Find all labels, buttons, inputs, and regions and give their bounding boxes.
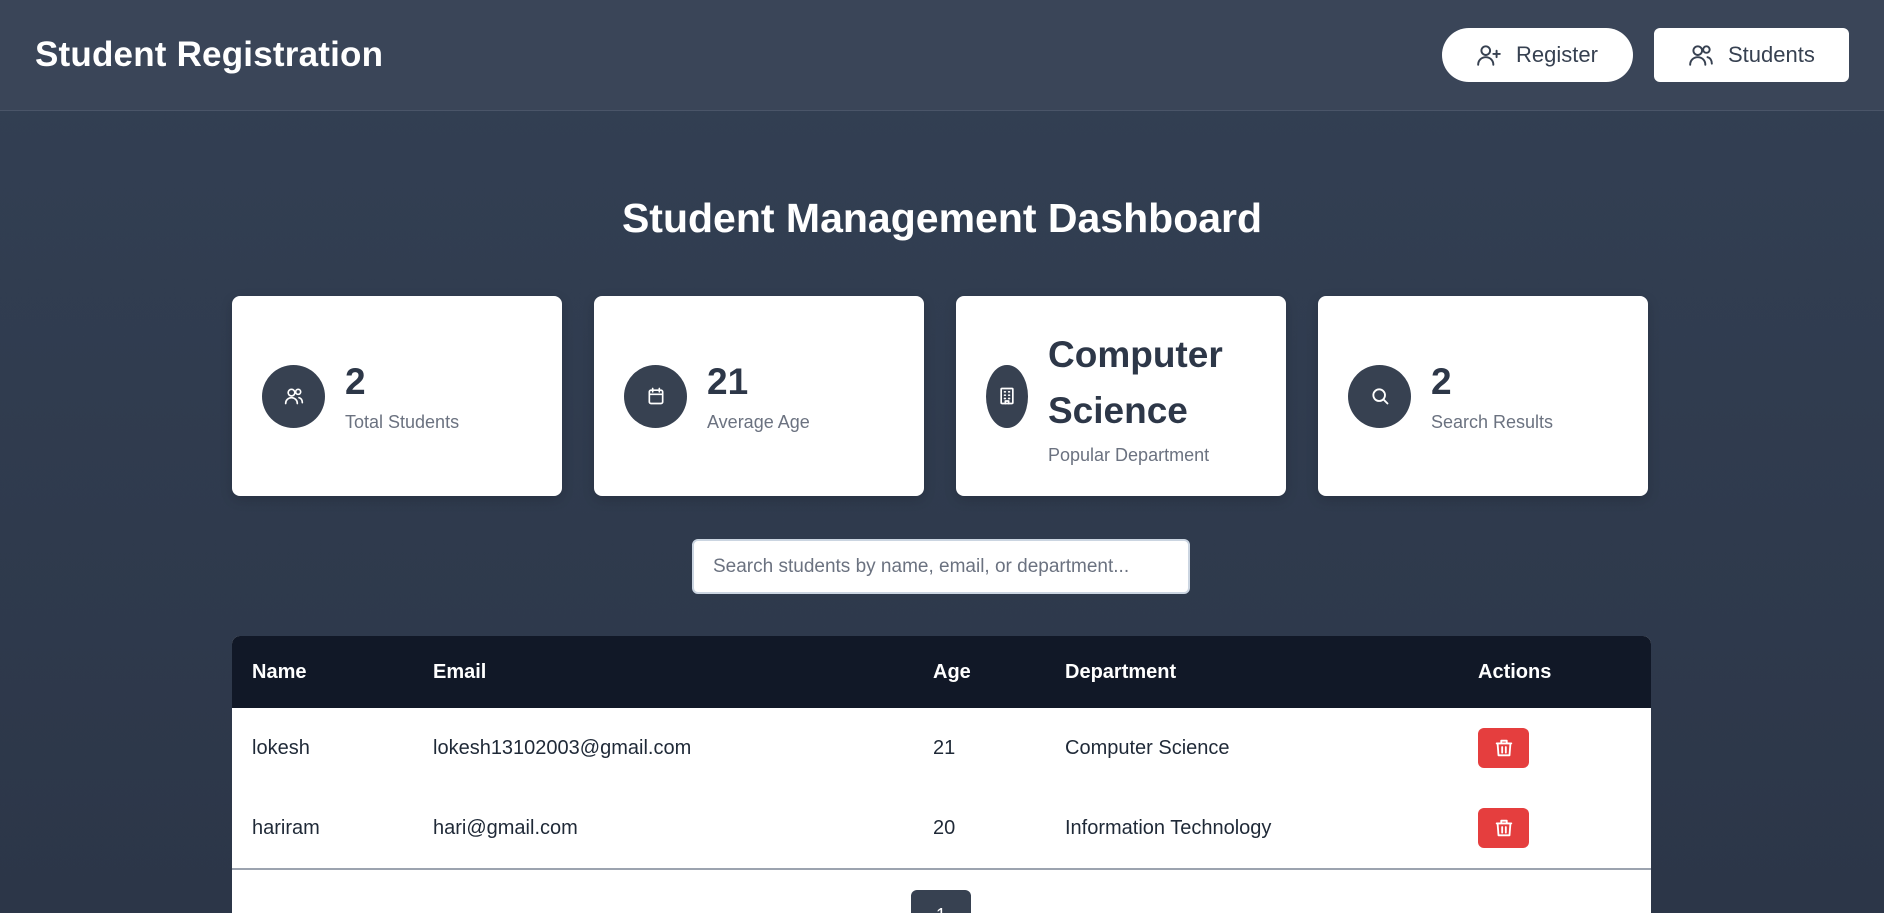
cell-email: hari@gmail.com: [433, 816, 578, 839]
cell-department: Information Technology: [1065, 816, 1272, 839]
search-icon: [1348, 364, 1411, 428]
students-table: Name Email Age Department Actions lokesh…: [232, 636, 1651, 913]
students-button-label: Students: [1728, 42, 1815, 67]
stat-label: Total Students: [345, 411, 460, 432]
table-row: hariram hari@gmail.com 20 Information Te…: [232, 788, 1651, 868]
column-header-age: Age: [933, 660, 971, 683]
cell-name: lokesh: [252, 736, 310, 759]
stat-value: Computer Science: [1048, 333, 1223, 431]
user-plus-icon: [1477, 45, 1501, 66]
search-input[interactable]: [692, 539, 1190, 594]
delete-button[interactable]: [1478, 808, 1529, 848]
students-button[interactable]: Students: [1654, 28, 1849, 82]
table-header-row: Name Email Age Department Actions: [232, 636, 1651, 708]
column-header-name: Name: [252, 660, 307, 683]
column-header-actions: Actions: [1478, 660, 1552, 683]
stat-value: 2: [345, 361, 366, 403]
register-button[interactable]: Register: [1442, 28, 1633, 82]
stats-cards: 2 Total Students 21 Average Age Computer…: [232, 296, 1648, 496]
cell-name: hariram: [252, 816, 320, 839]
stat-value: 2: [1431, 361, 1452, 403]
column-header-email: Email: [433, 660, 487, 683]
cell-age: 21: [933, 736, 956, 759]
stat-card-popular-department: Computer Science Popular Department: [956, 296, 1286, 496]
cell-department: Computer Science: [1065, 736, 1230, 759]
page-title: Student Management Dashboard: [621, 195, 1263, 241]
stat-card-search-results: 2 Search Results: [1318, 296, 1648, 496]
stat-label: Average Age: [707, 411, 810, 432]
register-button-label: Register: [1516, 42, 1598, 67]
building-icon: [986, 364, 1028, 428]
trash-icon: [1495, 819, 1512, 837]
stat-label: Search Results: [1431, 411, 1554, 432]
cell-email: lokesh13102003@gmail.com: [433, 736, 692, 759]
cell-age: 20: [933, 816, 956, 839]
delete-button[interactable]: [1478, 728, 1529, 768]
brand-title: Student Registration: [35, 35, 384, 74]
stat-value: 21: [707, 361, 749, 403]
trash-icon: [1495, 739, 1512, 757]
table-row: lokesh lokesh13102003@gmail.com 21 Compu…: [232, 708, 1651, 788]
cell-actions: [1458, 788, 1651, 868]
calendar-icon: [624, 364, 687, 428]
stat-card-total-students: 2 Total Students: [232, 296, 562, 496]
pagination: 1: [232, 868, 1651, 913]
navbar: Student Registration Register Students: [0, 0, 1884, 111]
cell-actions: [1458, 708, 1651, 788]
users-icon: [1689, 45, 1713, 66]
users-icon: [262, 364, 325, 428]
stat-card-average-age: 21 Average Age: [594, 296, 924, 496]
search-wrap: [692, 539, 1190, 594]
page-button-current[interactable]: 1: [911, 890, 971, 913]
stat-label: Popular Department: [1048, 444, 1210, 465]
nav-actions: Register Students: [1442, 28, 1849, 82]
column-header-department: Department: [1065, 660, 1177, 683]
